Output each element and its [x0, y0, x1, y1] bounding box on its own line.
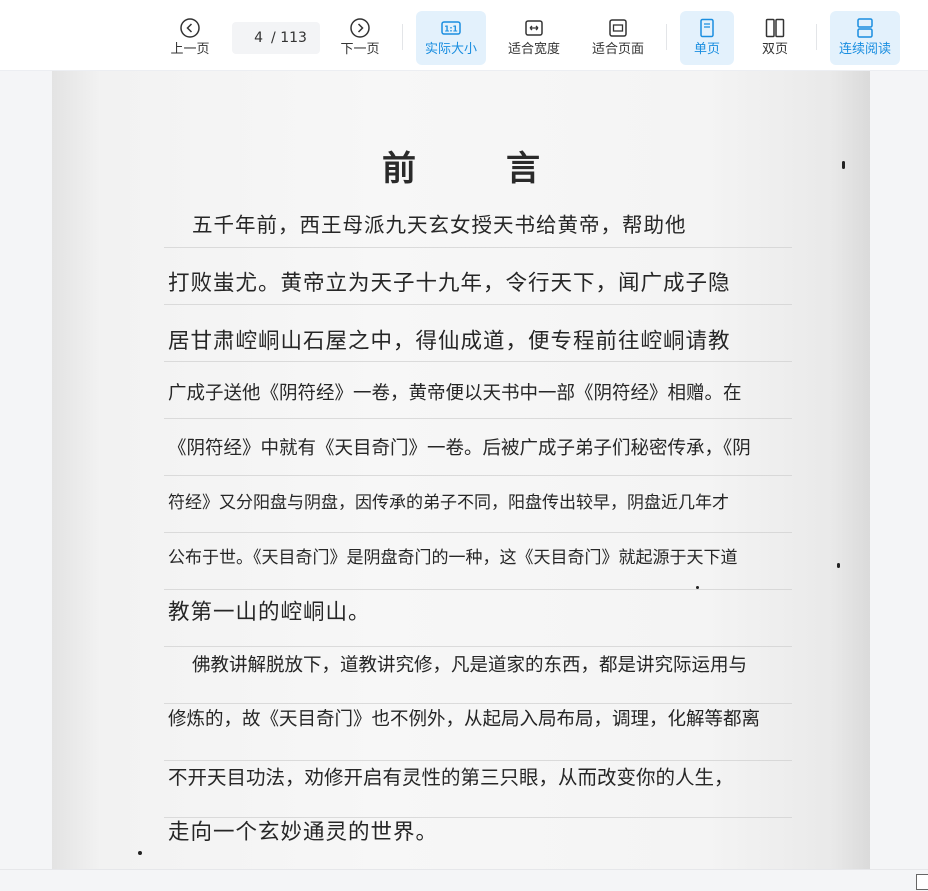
total-pages: / 113: [271, 30, 307, 46]
text-line: 公布于世。《天目奇门》是阴盘奇门的一种，这《天目奇门》就起源于天下道: [168, 548, 738, 568]
next-page-label: 下一页: [340, 42, 380, 57]
document-viewport[interactable]: 前言 五千年前，西王母派九天玄女授天书给黄帝，帮助他 打败蚩尤。黄帝立为天子十九…: [0, 71, 928, 869]
text-line: 走向一个玄妙通灵的世界。: [168, 820, 439, 845]
scan-speck: [138, 851, 142, 855]
prev-page-label: 上一页: [170, 42, 210, 57]
single-page-button[interactable]: 单页: [680, 11, 734, 65]
text-line: 广成子送他《阴符经》一卷，黄帝便以天书中一部《阴符经》相赠。在: [168, 383, 742, 404]
next-page-button[interactable]: 下一页: [336, 11, 384, 65]
toolbar-divider: [402, 24, 403, 50]
single-page-label: 单页: [693, 42, 720, 57]
fit-width-button[interactable]: 适合宽度: [500, 11, 568, 65]
text-line: 佛教讲解脱放下，道教讲究修，凡是道家的东西，都是讲究际运用与: [192, 655, 748, 676]
fit-page-label: 适合页面: [591, 42, 644, 57]
toolbar-divider: [816, 24, 817, 50]
actual-size-badge: 1:1: [444, 25, 457, 34]
text-line: 教第一山的崆峒山。: [168, 600, 371, 625]
page-heading: 前言: [382, 149, 630, 189]
panel-toggle-icon[interactable]: [916, 874, 928, 890]
fit-width-label: 适合宽度: [507, 42, 560, 57]
text-line: 《阴符经》中就有《天目奇门》一卷。后被广成子弟子们秘密传承，《阴: [168, 438, 751, 459]
prev-page-button[interactable]: 上一页: [166, 11, 214, 65]
text-line: 符经》又分阳盘与阴盘，因传承的弟子不同，阳盘传出较早，阴盘近几年才: [168, 493, 729, 513]
text-line: 居甘肃崆峒山石屋之中，得仙成道，便专程前往崆峒请教: [168, 329, 731, 354]
page-shadow: [830, 71, 870, 869]
single-page-icon: [700, 18, 714, 38]
text-line: 打败蚩尤。黄帝立为天子十九年，令行天下，闻广成子隐: [168, 271, 731, 296]
page-indicator: / 113: [232, 22, 320, 54]
double-page-icon: [765, 18, 785, 38]
chevron-left-circle-icon: [180, 18, 200, 38]
actual-size-button[interactable]: 1:1 实际大小: [416, 11, 486, 65]
current-page-input[interactable]: [241, 30, 264, 46]
text-line: 五千年前，西王母派九天玄女授天书给黄帝，帮助他: [192, 213, 687, 237]
continuous-read-button[interactable]: 连续阅读: [830, 11, 900, 65]
scan-speck: [842, 161, 845, 169]
viewer-toolbar: 上一页 / 113 下一页 1:1 实际大小 适合宽度 适合页面: [0, 0, 928, 71]
fit-page-button[interactable]: 适合页面: [584, 11, 652, 65]
document-page: 前言 五千年前，西王母派九天玄女授天书给黄帝，帮助他 打败蚩尤。黄帝立为天子十九…: [52, 71, 870, 869]
fit-page-icon: [609, 19, 627, 37]
continuous-read-label: 连续阅读: [838, 42, 891, 57]
scan-speck: [696, 586, 699, 589]
continuous-read-icon: [857, 18, 873, 38]
double-page-label: 双页: [761, 42, 788, 57]
scan-speck: [837, 563, 840, 568]
status-bar: [0, 869, 928, 891]
fit-width-icon: [525, 20, 543, 36]
toolbar-divider: [666, 24, 667, 50]
text-line: 不开天目功法，劝修开启有灵性的第三只眼，从而改变你的人生，: [168, 766, 734, 789]
text-line: 修炼的，故《天目奇门》也不例外，从起局入局布局，调理，化解等都离: [168, 709, 761, 730]
double-page-button[interactable]: 双页: [748, 11, 802, 65]
actual-size-label: 实际大小: [424, 42, 477, 57]
actual-size-icon: 1:1: [441, 21, 461, 35]
chevron-right-circle-icon: [350, 18, 370, 38]
